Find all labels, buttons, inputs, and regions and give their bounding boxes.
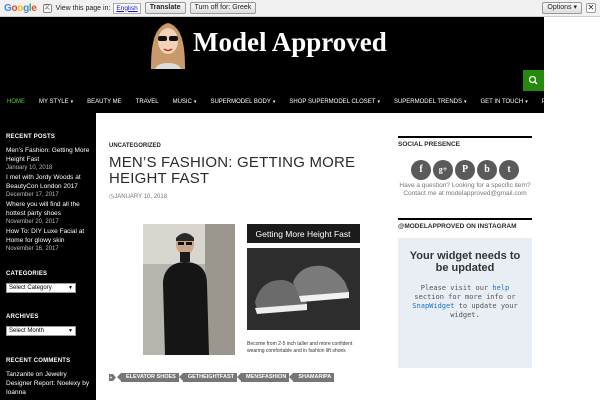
- turn-off-button[interactable]: Turn off for: Greek: [189, 2, 257, 14]
- translate-button[interactable]: Translate: [144, 2, 186, 14]
- nav-item-label: TRAVEL: [135, 99, 159, 105]
- nav-item-home[interactable]: HOME: [0, 99, 32, 105]
- left-sidebar: RECENT POSTS Men’s Fashion: Getting More…: [0, 113, 96, 400]
- chevron-down-icon: ▼: [68, 328, 73, 334]
- nav-item-music[interactable]: MUSIC ▾: [166, 99, 204, 105]
- primary-nav: HOME MY STYLE ▾ BEAUTY ME TRAVEL MUSIC ▾ SUPERM…: [0, 92, 600, 112]
- snapwidget-notice: Your widget needs to be updated Please v…: [398, 238, 532, 368]
- category-select[interactable]: Select Category ▼: [6, 283, 76, 293]
- tag-link[interactable]: MENSFASHION: [236, 373, 290, 382]
- recent-comments-title: RECENT COMMENTS: [6, 358, 71, 364]
- snapwidget-link[interactable]: SnapWidget: [412, 302, 454, 310]
- tag-icon: [109, 374, 116, 381]
- featured-image-graphic: Getting More Height Fast Become from 2-5…: [143, 224, 360, 355]
- recent-post-link[interactable]: Men’s Fashion: Getting More Height Fast: [6, 146, 90, 164]
- nav-item-travel[interactable]: TRAVEL: [129, 99, 166, 105]
- search-icon: [528, 75, 538, 85]
- recent-post-link[interactable]: I met with Jordy Woods at BeautyCon Lond…: [6, 173, 90, 191]
- help-link[interactable]: help: [492, 284, 509, 292]
- instagram-title: @MODELAPPROVED ON INSTAGRAM: [398, 218, 532, 230]
- google-logo: Google: [4, 2, 37, 14]
- view-page-label: View this page in:: [55, 4, 111, 12]
- chevron-down-icon: ▾: [193, 99, 197, 105]
- facebook-icon[interactable]: f: [411, 160, 431, 180]
- search-button[interactable]: [523, 70, 544, 91]
- nav-item-label: SUPERMODEL BODY: [210, 99, 271, 105]
- site-title: Model Approved: [193, 27, 387, 57]
- site-logo[interactable]: Model Approved: [145, 17, 405, 69]
- nav-item-label: MUSIC: [172, 99, 192, 105]
- chevron-down-icon: ▾: [377, 99, 380, 105]
- recent-post-link[interactable]: How To: DIY Luxe Facial at Home for glow…: [6, 227, 90, 245]
- recent-post-date: November 16, 2017: [6, 246, 59, 252]
- recent-comment: Tanzanite on Jewelry Designer Report: No…: [6, 370, 90, 397]
- nav-item-label: SHOP SUPERMODEL CLOSET: [289, 99, 376, 105]
- nav-item-label: HOME: [7, 99, 25, 105]
- recent-post-date: December 17, 2017: [6, 192, 59, 198]
- translate-icon: 文: [42, 3, 52, 13]
- chevron-down-icon: ▾: [463, 99, 467, 105]
- chevron-down-icon: ▾: [525, 99, 528, 105]
- bloglovin-icon[interactable]: b: [477, 160, 497, 180]
- nav-item-beauty-me[interactable]: BEAUTY ME: [80, 99, 129, 105]
- nav-item-label: MY STYLE: [39, 99, 69, 105]
- category-select-value: Select Category: [9, 285, 52, 291]
- tag-link[interactable]: ELEVATOR SHOES: [117, 373, 179, 382]
- image-heading: Getting More Height Fast: [256, 229, 352, 239]
- nav-item-label: SUPERMODEL TRENDS: [393, 99, 462, 105]
- nav-item-label: GET IN TOUCH: [480, 99, 524, 105]
- nav-item-supermodel-body[interactable]: SUPERMODEL BODY ▾: [203, 99, 282, 105]
- widget-text: Please visit our help section for more i…: [412, 284, 518, 319]
- comment-on: on: [35, 371, 43, 378]
- archive-select[interactable]: Select Month ▼: [6, 326, 76, 336]
- logo-illustration: [145, 17, 191, 69]
- nav-item-get-in-touch[interactable]: GET IN TOUCH ▾: [474, 99, 535, 105]
- comment-author[interactable]: Tanzanite: [6, 371, 34, 378]
- main-content: UNCATEGORIZED MEN’S FASHION: GETTING MOR…: [96, 113, 386, 400]
- nav-item-my-style[interactable]: MY STYLE ▾: [32, 99, 80, 105]
- post-featured-image[interactable]: Getting More Height Fast Become from 2-5…: [143, 224, 362, 355]
- social-contact-text: Have a question? Looking for a specific …: [399, 182, 531, 197]
- recent-post-link[interactable]: Where you will find all the hottest part…: [6, 200, 90, 218]
- image-caption-line2: wearing comfortable and in fashion lift …: [247, 348, 346, 354]
- tag-link[interactable]: SHAMARIPA: [289, 373, 335, 382]
- recent-post-date: January 10, 2018: [6, 165, 53, 171]
- chevron-down-icon: ▾: [272, 99, 276, 105]
- post-category[interactable]: UNCATEGORIZED: [109, 143, 386, 149]
- tag-link[interactable]: GETHEIGHTFAST: [178, 373, 237, 382]
- options-button[interactable]: Options ▾: [542, 2, 582, 14]
- post-title[interactable]: MEN’S FASHION: GETTING MORE HEIGHT FAST: [109, 155, 386, 187]
- post-tags: ELEVATOR SHOES GETHEIGHTFAST MENSFASHION…: [109, 373, 338, 382]
- categories-title: CATEGORIES: [6, 271, 48, 277]
- site-header: Model Approved HOME MY STYLE ▾ BEAUTY ME TRA…: [0, 17, 600, 113]
- nav-item-shop-supermodel-closet[interactable]: SHOP SUPERMODEL CLOSET ▾: [282, 99, 387, 105]
- right-sidebar: SOCIAL PRESENCE f g+ P b t Have a questi…: [386, 113, 544, 400]
- google-plus-icon[interactable]: g+: [433, 160, 453, 180]
- pinterest-icon[interactable]: P: [455, 160, 475, 180]
- image-caption-line1: Become from 2-5 inch taller and more con…: [247, 341, 353, 347]
- language-select[interactable]: English: [113, 2, 141, 14]
- post-date[interactable]: ◷JANUARY 10, 2018: [109, 193, 386, 200]
- archives-title: ARCHIVES: [6, 314, 39, 320]
- archive-select-value: Select Month: [9, 328, 45, 334]
- social-icons: f g+ P b t: [398, 160, 532, 180]
- chevron-down-icon: ▼: [68, 285, 73, 291]
- close-icon[interactable]: ✕: [586, 3, 596, 13]
- recent-posts-title: RECENT POSTS: [6, 134, 56, 140]
- page-gutter: [544, 17, 600, 400]
- chevron-down-icon: ▾: [70, 99, 74, 105]
- translate-bar: Google 文 View this page in: English Tran…: [0, 0, 600, 17]
- recent-post-date: November 20, 2017: [6, 219, 59, 225]
- widget-heading: Your widget needs to be updated: [409, 250, 521, 274]
- social-presence-title: SOCIAL PRESENCE: [398, 136, 532, 148]
- nav-item-supermodel-trends[interactable]: SUPERMODEL TRENDS ▾: [387, 99, 474, 105]
- twitter-icon[interactable]: t: [499, 160, 519, 180]
- nav-item-label: BEAUTY ME: [87, 99, 122, 105]
- recent-posts-list: Men’s Fashion: Getting More Height Fast …: [6, 146, 90, 253]
